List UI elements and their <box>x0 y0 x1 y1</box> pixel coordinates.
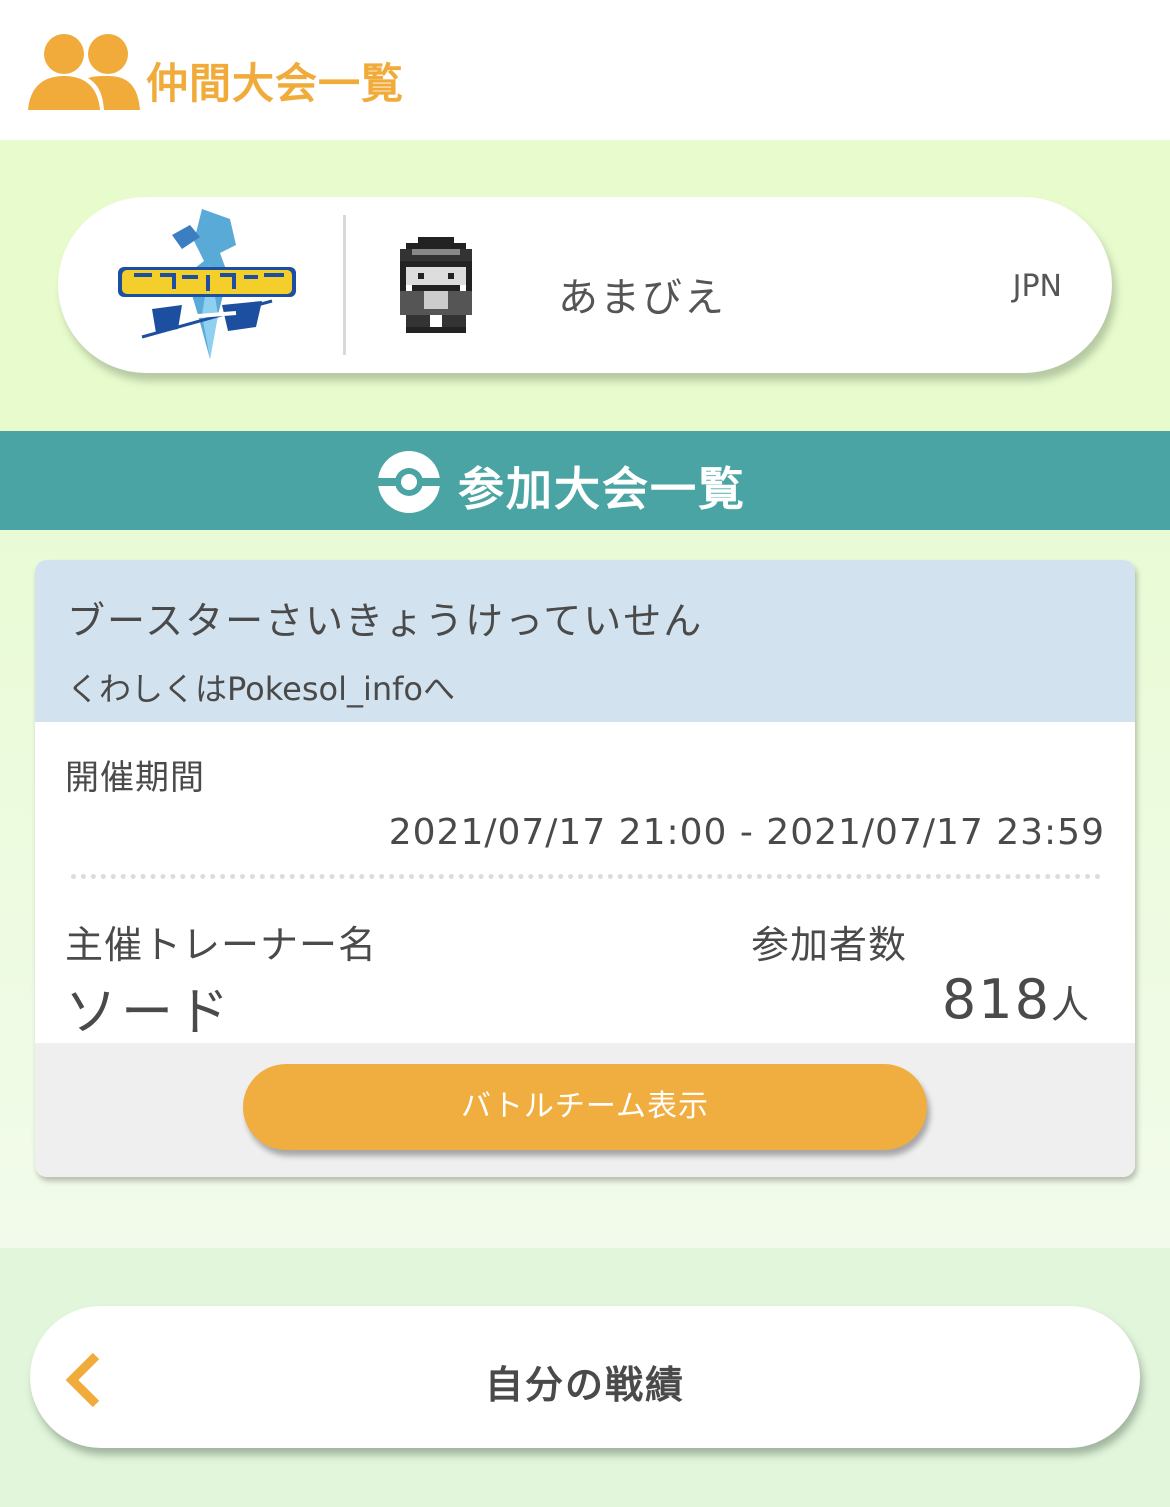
player-profile-card: あまびえ JPN <box>58 197 1112 373</box>
period-label: 開催期間 <box>65 758 205 798</box>
tournament-name: ブースターさいきょうけっていせん <box>67 599 704 643</box>
battle-team-button[interactable]: バトルチーム表示 <box>243 1064 927 1150</box>
player-region: JPN <box>1012 269 1062 304</box>
host-label: 主催トレーナー名 <box>65 923 378 967</box>
tournament-card-footer: バトルチーム表示 <box>35 1043 1135 1177</box>
profile-divider <box>343 215 346 355</box>
period-value: 2021/07/17 21:00 - 2021/07/17 23:59 <box>388 812 1105 853</box>
host-name: ソード <box>65 983 234 1043</box>
participants-unit: 人 <box>1050 983 1089 1027</box>
my-record-label: 自分の戦績 <box>484 1363 685 1407</box>
page-header: 仲間大会一覧 <box>0 0 1170 140</box>
tournament-card: ブースターさいきょうけっていせん くわしくはPokesol_infoへ 開催期間… <box>35 560 1135 1177</box>
participants-number: 818 <box>941 968 1051 1031</box>
section-title: 参加大会一覧 <box>458 462 746 516</box>
participants-label: 参加者数 <box>751 923 908 967</box>
player-name: あまびえ <box>558 275 726 321</box>
tournament-list: ブースターさいきょうけっていせん くわしくはPokesol_infoへ 開催期間… <box>0 530 1170 1248</box>
bottom-nav: 自分の戦績 <box>0 1248 1170 1507</box>
game-logo <box>118 209 296 359</box>
page-title: 仲間大会一覧 <box>146 59 405 108</box>
participants-count: 818人 <box>942 968 1089 1031</box>
profile-section: あまびえ JPN <box>0 140 1170 431</box>
tournament-description: くわしくはPokesol_infoへ <box>67 670 455 708</box>
tournament-card-header: ブースターさいきょうけっていせん くわしくはPokesol_infoへ <box>35 560 1135 722</box>
pokeball-icon <box>378 451 440 513</box>
my-record-button[interactable]: 自分の戦績 <box>30 1306 1140 1448</box>
trainer-avatar <box>400 237 472 333</box>
dotted-divider <box>71 874 1101 879</box>
people-icon <box>28 34 140 110</box>
section-header-bar: 参加大会一覧 <box>0 431 1170 530</box>
